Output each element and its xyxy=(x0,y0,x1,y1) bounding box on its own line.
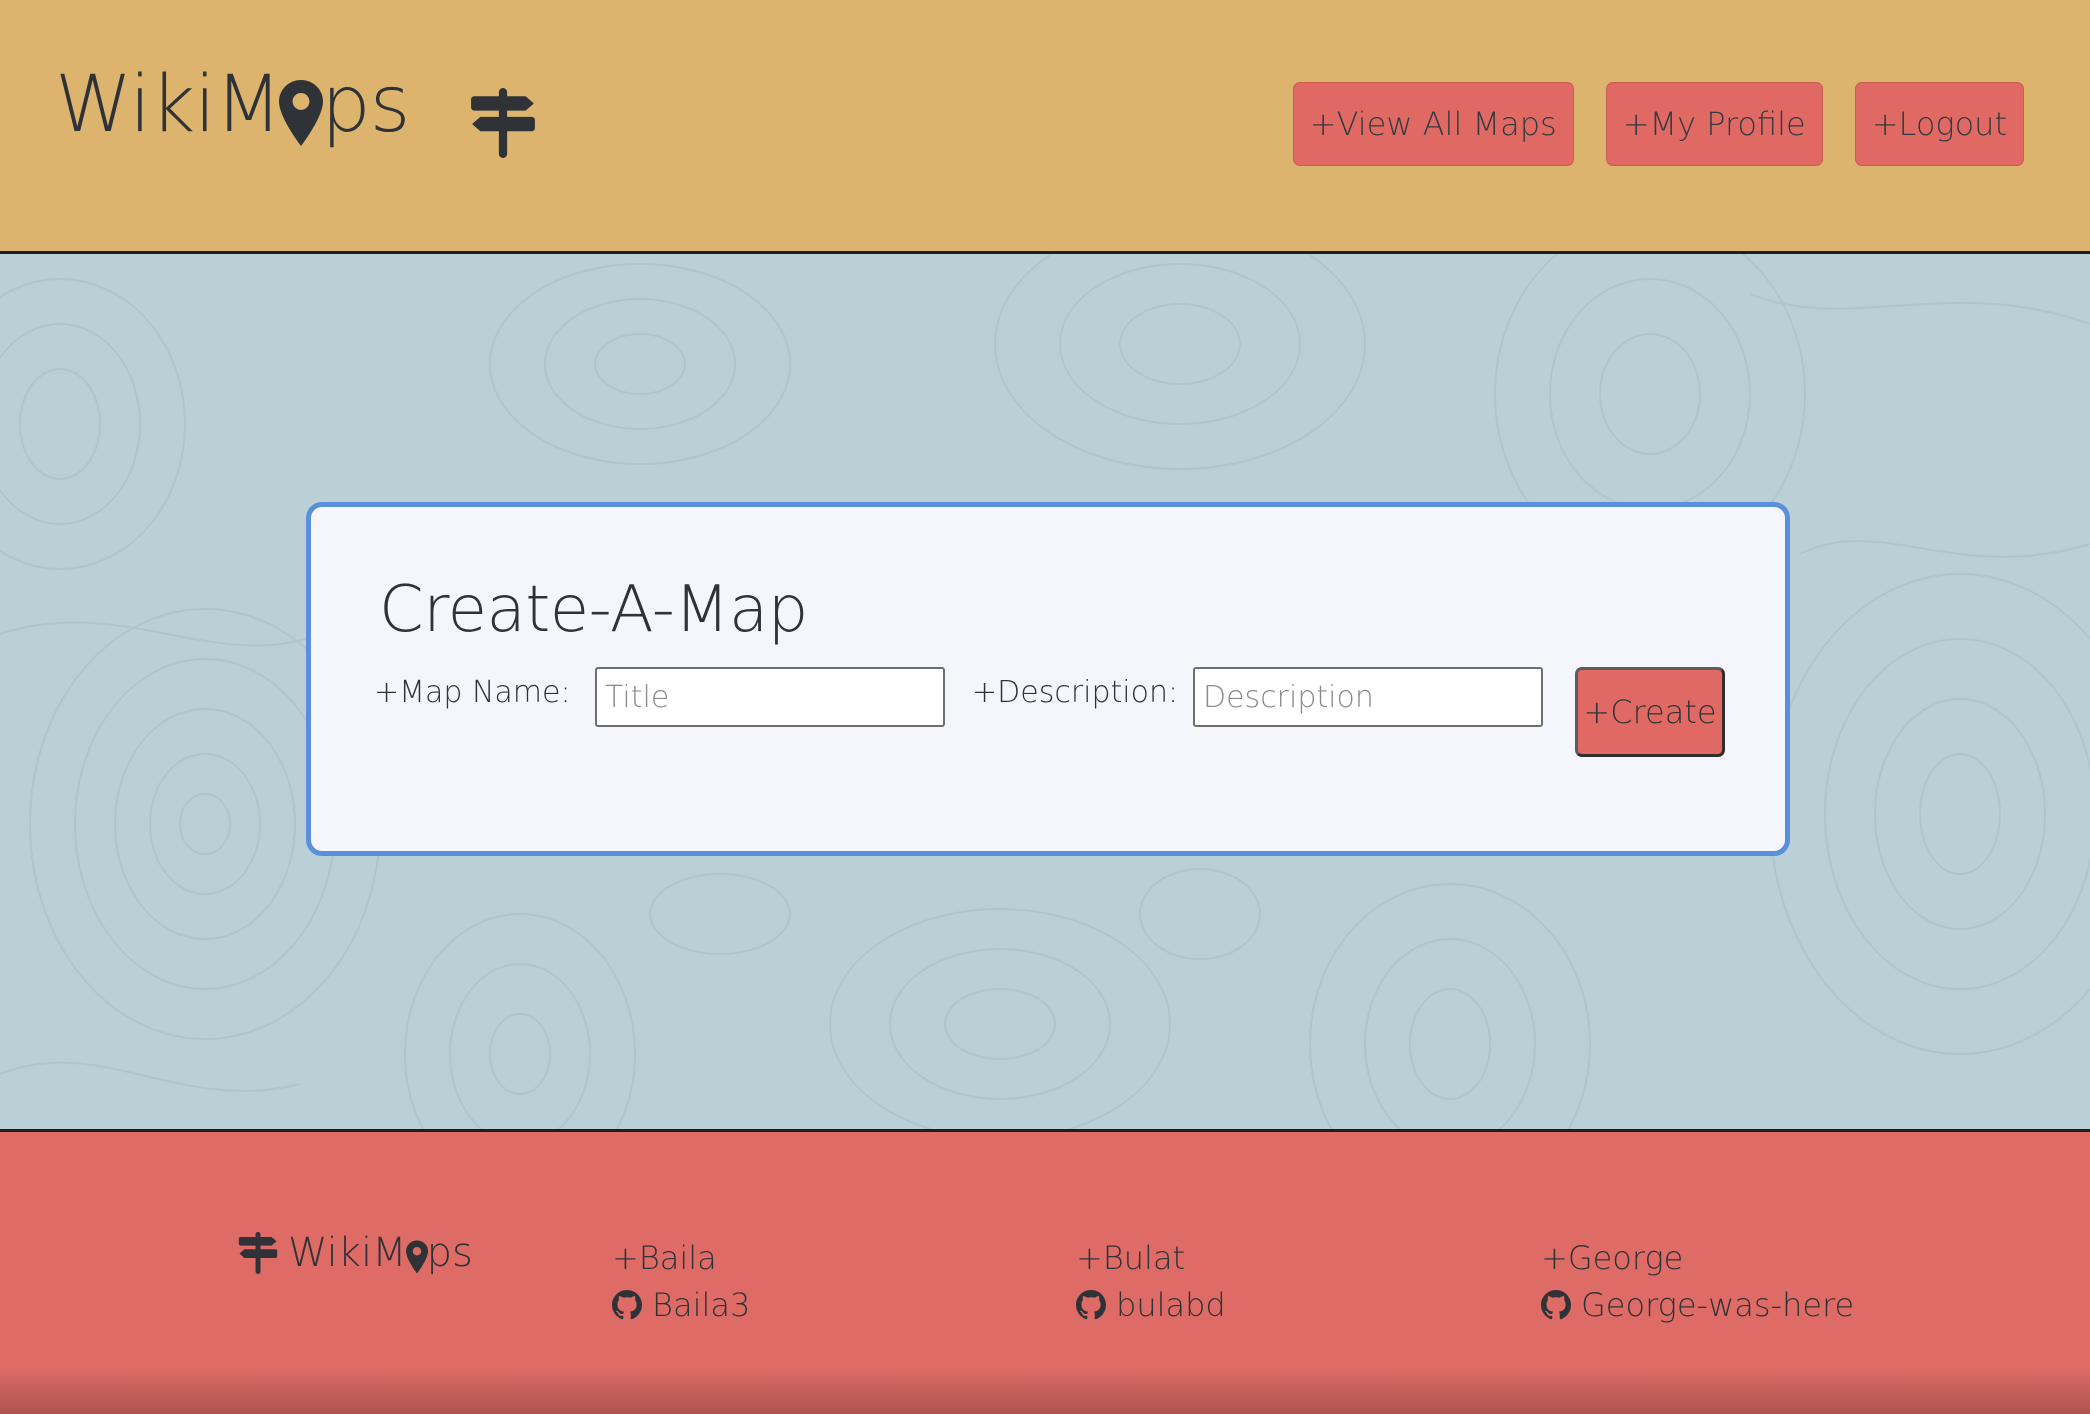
footer-brand-text-end: ps xyxy=(426,1230,473,1276)
map-pin-icon xyxy=(405,1240,428,1274)
brand-wordmark: WikiM ps xyxy=(55,60,410,150)
view-all-maps-button[interactable]: +View All Maps xyxy=(1292,82,1574,166)
description-label: +Description: xyxy=(972,675,1179,710)
github-handle: bulabd xyxy=(1116,1286,1226,1324)
footer-brand-text-start: WikiM xyxy=(288,1230,407,1276)
logout-button[interactable]: +Logout xyxy=(1854,82,2024,166)
form-title: Create-A-Map xyxy=(379,573,808,647)
github-icon xyxy=(1076,1290,1106,1320)
signpost-icon xyxy=(238,1232,278,1274)
contributor-name: +Baila xyxy=(612,1239,717,1277)
github-link[interactable]: Baila3 xyxy=(612,1286,750,1324)
map-name-input[interactable] xyxy=(595,667,945,727)
contributor-name: +Bulat xyxy=(1076,1239,1186,1277)
github-link[interactable]: bulabd xyxy=(1076,1286,1226,1324)
signpost-icon xyxy=(471,88,535,158)
site-footer: WikiM ps +Baila Baila3 +Bulat bulabd +Ge… xyxy=(0,1129,2090,1414)
map-name-label: +Map Name: xyxy=(374,675,571,710)
map-pin-icon xyxy=(279,80,324,146)
github-link[interactable]: George-was-here xyxy=(1541,1286,1854,1324)
github-handle: George-was-here xyxy=(1581,1286,1855,1324)
contributor-name: +George xyxy=(1541,1239,1684,1277)
main-nav: +View All Maps +My Profile +Logout xyxy=(1292,82,2024,166)
github-icon xyxy=(612,1290,642,1320)
contributor-george: +George George-was-here xyxy=(1541,1238,1854,1324)
my-profile-button[interactable]: +My Profile xyxy=(1605,82,1823,166)
github-handle: Baila3 xyxy=(652,1286,751,1324)
contributor-baila: +Baila Baila3 xyxy=(612,1238,750,1324)
site-header: WikiM ps +View All Maps +My Profile +Log… xyxy=(0,0,2090,254)
main-content: Create-A-Map +Map Name: +Description: +C… xyxy=(0,254,2090,1129)
description-input[interactable] xyxy=(1193,667,1543,727)
footer-wordmark: WikiM ps xyxy=(288,1230,473,1276)
github-icon xyxy=(1541,1290,1571,1320)
contributor-bulat: +Bulat bulabd xyxy=(1076,1238,1226,1324)
brand-text-start: WikiM xyxy=(55,60,282,150)
footer-brand[interactable]: WikiM ps xyxy=(238,1232,473,1274)
brand-logo[interactable]: WikiM ps xyxy=(55,60,410,150)
create-map-card: Create-A-Map +Map Name: +Description: +C… xyxy=(306,502,1790,856)
brand-text-end: ps xyxy=(321,60,410,150)
create-button[interactable]: +Create xyxy=(1575,667,1725,757)
